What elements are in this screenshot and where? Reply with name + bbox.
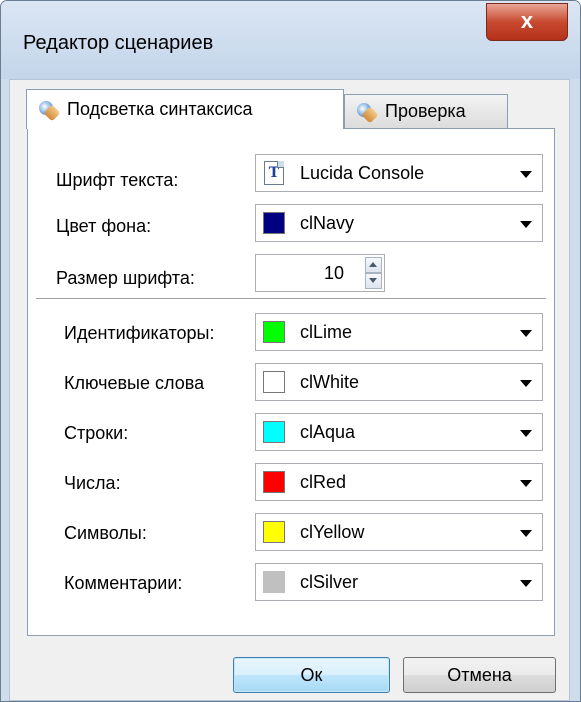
color-swatch: [263, 321, 285, 343]
syntax-color-label: Строки:: [64, 423, 129, 443]
syntax-color-label: Ключевые слова: [64, 373, 205, 393]
chevron-down-icon: [520, 530, 532, 537]
syntax-color-value: clAqua: [300, 422, 356, 442]
font-size-value: 10: [323, 263, 344, 283]
close-button[interactable]: x: [486, 3, 568, 41]
chevron-down-icon: [520, 221, 532, 228]
chevron-down-icon: [520, 580, 532, 587]
spin-down-button[interactable]: [365, 273, 382, 289]
tab-label: Проверка: [385, 101, 466, 121]
chevron-down-icon: [520, 380, 532, 387]
gears-icon: [37, 99, 61, 121]
syntax-color-value: clYellow: [300, 522, 365, 542]
syntax-color-label: Символы:: [64, 523, 147, 543]
font-size-label: Размер шрифта:: [56, 268, 195, 288]
font-combobox[interactable]: T Lucida Console: [255, 154, 543, 192]
gears-icon: [355, 101, 379, 123]
syntax-color-combobox[interactable]: clWhite: [255, 363, 543, 401]
background-color-value: clNavy: [300, 213, 355, 233]
font-label: Шрифт текста:: [56, 170, 179, 190]
color-swatch: [263, 521, 285, 543]
background-color-label: Цвет фона:: [56, 216, 152, 236]
font-size-spinner[interactable]: 10: [255, 254, 385, 292]
syntax-color-value: clSilver: [300, 572, 359, 592]
font-value: Lucida Console: [300, 163, 425, 183]
syntax-color-value: clLime: [300, 322, 353, 342]
syntax-color-value: clWhite: [300, 372, 360, 392]
tab-validation[interactable]: Проверка: [344, 94, 508, 128]
chevron-down-icon: [520, 480, 532, 487]
tab-label: Подсветка синтаксиса: [67, 99, 253, 119]
title-bar[interactable]: Редактор сценариев x: [1, 1, 580, 79]
section-divider: [36, 298, 546, 300]
tab-syntax-highlighting[interactable]: Подсветка синтаксиса: [26, 89, 344, 129]
color-swatch: [263, 371, 285, 393]
ok-button[interactable]: Ок: [233, 657, 390, 693]
syntax-color-label: Идентификаторы:: [64, 323, 215, 343]
syntax-color-combobox[interactable]: clAqua: [255, 413, 543, 451]
syntax-color-combobox[interactable]: clYellow: [255, 513, 543, 551]
truetype-font-icon: T: [264, 161, 284, 185]
chevron-down-icon: [520, 430, 532, 437]
color-swatch: [263, 571, 285, 593]
spin-up-button[interactable]: [365, 257, 382, 273]
syntax-color-label: Числа:: [64, 473, 121, 493]
background-color-combobox[interactable]: clNavy: [255, 204, 543, 242]
syntax-color-label: Комментарии:: [64, 573, 183, 593]
close-icon: x: [520, 8, 534, 33]
color-swatch: [263, 471, 285, 493]
chevron-down-icon: [520, 330, 532, 337]
cancel-button[interactable]: Отмена: [403, 657, 556, 693]
chevron-down-icon: [520, 171, 532, 178]
syntax-color-combobox[interactable]: clLime: [255, 313, 543, 351]
syntax-color-combobox[interactable]: clRed: [255, 463, 543, 501]
color-swatch: [263, 421, 285, 443]
syntax-color-combobox[interactable]: clSilver: [255, 563, 543, 601]
window-title: Редактор сценариев: [23, 32, 214, 54]
color-swatch: [263, 212, 285, 234]
syntax-color-value: clRed: [300, 472, 347, 492]
